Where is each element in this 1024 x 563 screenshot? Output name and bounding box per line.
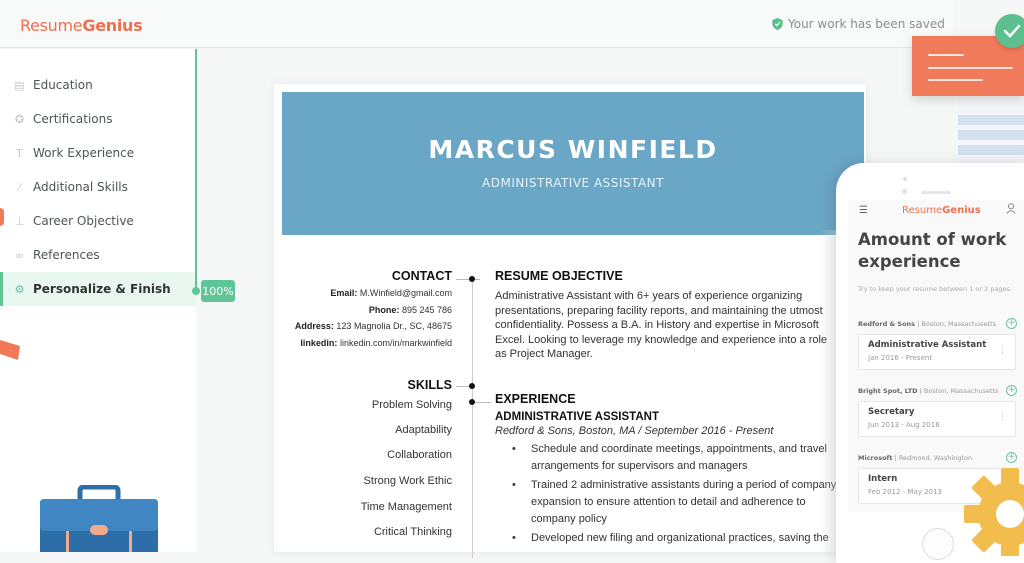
sidebar: ▤ Education ✪ Certifications T Work Expe… [0,49,196,552]
briefcase-illustration [40,485,158,552]
contact-address: Address: 123 Magnolia Dr., SC, 48675 [294,321,452,331]
shield-check-icon [772,18,783,30]
progress-badge: 100% [201,280,235,302]
decorative-stripe [958,130,1024,140]
experience-bullet: Developed new filing and organizational … [495,530,840,547]
experience-bullet: Trained 2 administrative assistants duri… [495,477,840,528]
save-status: Your work has been saved [772,17,945,31]
sidebar-item-certifications[interactable]: ✪ Certifications [0,102,196,136]
timeline-dot [469,276,475,282]
skill-item: Strong Work Ethic [363,475,452,487]
user-icon[interactable] [1006,203,1016,217]
objective-heading: RESUME OBJECTIVE [495,269,623,283]
hamburger-menu-icon[interactable]: ☰ [859,205,868,216]
add-icon[interactable]: + [1006,385,1017,396]
hammer-icon: T [16,146,23,160]
phone-page-title: Amount of work experience [858,230,1007,271]
phone-company: Redford & Sons | Boston, Massachusetts [858,320,997,328]
more-options-icon: ⋮ [998,345,1007,355]
check-circle-icon [995,14,1024,48]
skill-item: Adaptability [395,424,452,436]
gear-icon: ⚙ [14,282,25,296]
top-bar: ResumeGenius Your work has been saved [0,0,955,48]
book-icon: ▤ [14,78,25,92]
experience-bullet: Schedule and coordinate meetings, appoin… [495,441,840,475]
sidebar-item-career-objective[interactable]: ⊥ Career Objective [0,204,196,238]
sidebar-item-education[interactable]: ▤ Education [0,68,196,102]
contact-heading: CONTACT [391,269,452,283]
resume-preview: MARCUS WINFIELD ADMINISTRATIVE ASSISTANT… [274,84,866,558]
sidebar-item-references[interactable]: ∞ References [0,238,196,272]
skill-item: Collaboration [387,449,452,461]
resume-header: MARCUS WINFIELD ADMINISTRATIVE ASSISTANT [282,92,864,235]
stamp-icon: ⊥ [14,214,25,228]
resume-name: MARCUS WINFIELD [428,135,718,164]
wand-icon: ⁄ [18,180,21,194]
contact-email: Email: M.Winfield@gmail.com [330,288,452,298]
experience-job-meta: Redford & Sons, Boston, MA / September 2… [495,425,774,437]
decorative-shape [0,208,4,226]
skill-item: Problem Solving [371,399,452,411]
objective-section: RESUME OBJECTIVE Administrative Assistan… [495,269,840,362]
resume-job-title: ADMINISTRATIVE ASSISTANT [482,176,664,190]
sidebar-item-additional-skills[interactable]: ⁄ Additional Skills [0,170,196,204]
experience-heading: EXPERIENCE [495,392,576,406]
phone-home-button [922,528,954,560]
skills-heading: SKILLS [407,378,452,392]
objective-text: Administrative Assistant with 6+ years o… [495,290,828,361]
award-icon: ✪ [14,112,25,126]
progress-track [195,49,197,291]
skill-item: Critical Thinking [373,526,452,538]
sidebar-item-work-experience[interactable]: T Work Experience [0,136,196,170]
sidebar-item-personalize-finish[interactable]: ⚙ Personalize & Finish [0,272,196,306]
more-options-icon: ⋮ [998,412,1007,422]
resume-genius-logo[interactable]: ResumeGenius [20,16,143,35]
progress-marker [192,287,200,295]
add-icon[interactable]: + [1006,318,1017,329]
experience-section: EXPERIENCE ADMINISTRATIVE ASSISTANT Redf… [495,392,840,549]
contact-linkedin: linkedin: linkedin.com/in/markwinfield [300,337,452,348]
phone-logo: ResumeGenius [902,205,981,216]
phone-job-card[interactable]: Secretary Jun 2013 - Aug 2016 ⋮ [858,401,1016,437]
contact-section: CONTACT Email: M.Winfield@gmail.com Phon… [295,269,452,351]
add-icon[interactable]: + [1006,452,1017,463]
phone-hint: Try to keep your resume between 1 or 2 p… [858,285,1013,293]
gear-illustration [964,468,1024,556]
skill-item: Time Management [360,501,452,513]
phone-job-card[interactable]: Administrative Assistant Jan 2016 - Pres… [858,334,1016,370]
decorative-stripe [958,115,1024,125]
link-icon: ∞ [14,248,25,262]
phone-company: Microsoft | Redmond, Washington [858,454,973,462]
decorative-stripe [958,145,1024,155]
timeline-dot [469,383,475,389]
phone-company: Bright Spot, LTD | Boston, Massachusetts [858,387,999,395]
contact-phone: Phone: 895 245 786 [368,304,452,315]
experience-job-title: ADMINISTRATIVE ASSISTANT [495,411,659,423]
timeline-line [472,278,473,558]
